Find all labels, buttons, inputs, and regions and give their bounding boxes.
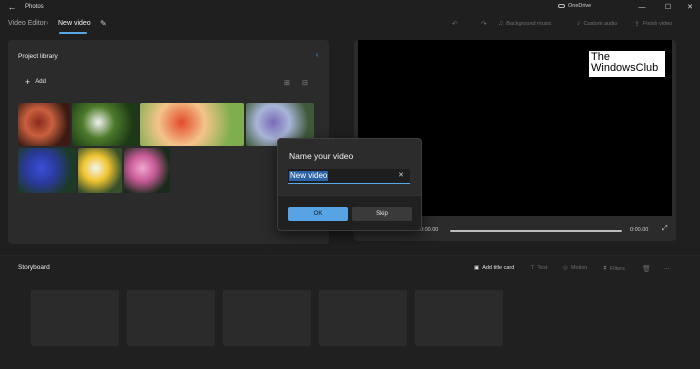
- minimize-button[interactable]: —: [632, 0, 652, 14]
- library-thumbnail[interactable]: [78, 148, 122, 193]
- library-thumbnail[interactable]: [124, 148, 170, 193]
- library-thumbnail[interactable]: [140, 103, 244, 146]
- storyboard-slot[interactable]: [31, 290, 119, 346]
- project-library-title: Project library: [18, 53, 58, 60]
- finish-video-label: Finish video: [642, 21, 673, 27]
- breadcrumb-underline: [59, 32, 87, 34]
- add-title-card-label: Add title card: [482, 265, 515, 271]
- storyboard-slot[interactable]: [415, 290, 503, 346]
- storyboard-title: Storyboard: [18, 264, 50, 271]
- add-media-button[interactable]: + Add: [25, 77, 46, 87]
- video-name-input[interactable]: New video ✕: [288, 169, 410, 184]
- cloud-icon: [558, 4, 565, 8]
- onedrive-label: OneDrive: [568, 3, 592, 9]
- library-thumbnail[interactable]: [18, 148, 76, 193]
- storyboard-slot[interactable]: [223, 290, 311, 346]
- delete-icon[interactable]: 🗑: [642, 265, 651, 273]
- editor-toolbar: Video Editor › New video ✎ ↶ ↷ ♫ Backgrou…: [0, 14, 700, 38]
- undo-icon: ↶: [452, 21, 458, 28]
- collapse-chevron-icon[interactable]: ‹: [316, 52, 318, 59]
- total-time: 0:00.00: [630, 227, 649, 233]
- playback-scrubber[interactable]: [450, 230, 622, 232]
- close-window-button[interactable]: ✕: [680, 0, 700, 14]
- onedrive-status[interactable]: OneDrive: [558, 3, 591, 9]
- undo-button[interactable]: ↶: [452, 20, 458, 28]
- current-time: 0:00.00: [420, 227, 439, 233]
- breadcrumb-new-video: New video: [58, 20, 91, 27]
- storyboard-slot[interactable]: [127, 290, 215, 346]
- export-icon: ⇪: [634, 21, 640, 28]
- redo-button[interactable]: ↷: [481, 20, 487, 28]
- background-music-label: Background music: [506, 20, 552, 27]
- back-arrow-icon[interactable]: ←: [4, 2, 20, 12]
- windowsclub-logo: The WindowsClub: [589, 51, 665, 77]
- finish-video-button[interactable]: ⇪ Finish video: [634, 20, 672, 28]
- grid-view-icon[interactable]: ⊞: [284, 79, 290, 87]
- custom-audio-button[interactable]: ♪ Custom audio: [577, 20, 617, 27]
- app-title: Photos: [25, 4, 44, 10]
- title-card-icon: ▣: [474, 265, 480, 271]
- add-title-card-button[interactable]: ▣ Add title card: [474, 265, 514, 271]
- skip-button[interactable]: Skip: [352, 207, 412, 221]
- library-thumbnail[interactable]: [72, 103, 138, 146]
- maximize-button[interactable]: ☐: [658, 0, 678, 14]
- storyboard-slot[interactable]: [319, 290, 407, 346]
- dialog-title: Name your video: [289, 151, 354, 161]
- rename-pencil-icon[interactable]: ✎: [100, 19, 107, 28]
- motion-button[interactable]: ◎ Motion: [563, 265, 587, 271]
- video-name-value: New video: [289, 171, 329, 181]
- breadcrumb-separator: ›: [46, 20, 49, 27]
- library-thumbnail[interactable]: [18, 103, 70, 146]
- motion-label: Motion: [570, 265, 588, 271]
- title-bar: ← Photos: [0, 0, 700, 14]
- fullscreen-icon[interactable]: ⤢: [662, 225, 668, 233]
- breadcrumb-video-editor[interactable]: Video Editor: [8, 20, 46, 27]
- motion-icon: ◎: [563, 265, 568, 271]
- text-button[interactable]: T Text: [531, 265, 547, 271]
- music-icon: ♫: [498, 20, 504, 27]
- text-label: Text: [537, 265, 548, 271]
- filters-icon: ⧗: [603, 265, 607, 271]
- list-view-icon[interactable]: ⊟: [302, 79, 308, 87]
- custom-audio-label: Custom audio: [583, 20, 618, 27]
- plus-icon: +: [25, 77, 31, 87]
- more-options-icon[interactable]: ⋯: [663, 265, 670, 273]
- ok-button[interactable]: OK: [288, 207, 348, 221]
- audio-icon: ♪: [577, 20, 581, 27]
- text-icon: T: [531, 265, 535, 271]
- filters-button[interactable]: ⧗ Filters: [603, 265, 625, 272]
- filters-label: Filters: [609, 265, 625, 272]
- redo-icon: ↷: [481, 21, 487, 28]
- clear-input-icon[interactable]: ✕: [398, 171, 404, 179]
- add-label: Add: [35, 79, 46, 85]
- background-music-button[interactable]: ♫ Background music: [498, 20, 552, 27]
